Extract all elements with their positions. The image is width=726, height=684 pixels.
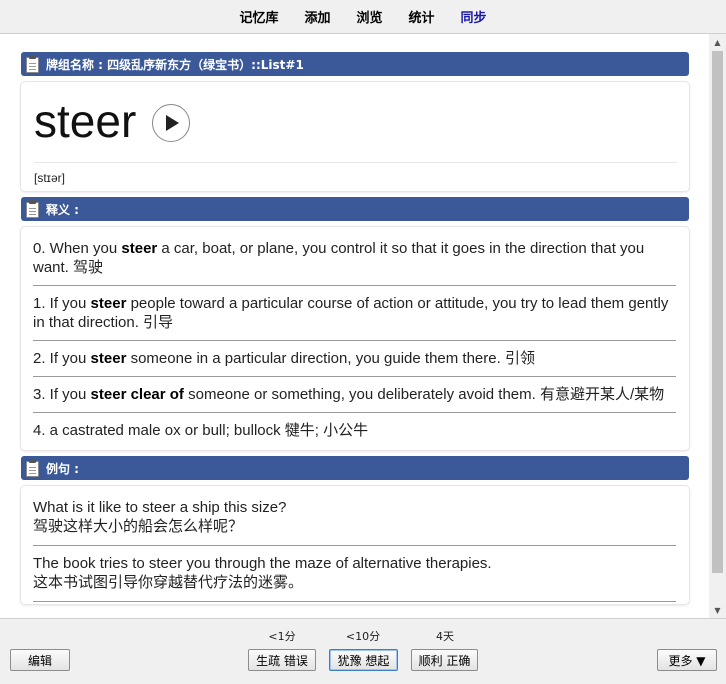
definition-item: 0. When you steer a car, boat, or plane,… xyxy=(33,231,676,286)
scrollbar-thumb[interactable] xyxy=(712,51,723,573)
card-scroll-content: 牌组名称 : 四级乱序新东方（绿宝书）::List#1 steer [stɪər… xyxy=(0,34,712,610)
nav-add[interactable]: 添加 xyxy=(291,7,343,26)
answer-bar: <1分 <10分 4天 编辑 生疏 错误 犹豫 想起 顺利 正确 更多 ▼ xyxy=(0,618,726,684)
word-text: steer xyxy=(34,95,137,147)
word-row: steer xyxy=(34,92,677,150)
nav-decks[interactable]: 记忆库 xyxy=(226,7,291,26)
definition-item: 2. If you steer someone in a particular … xyxy=(33,341,676,377)
more-button[interactable]: 更多 ▼ xyxy=(657,649,717,671)
example-item: What is it like to steer a ship this siz… xyxy=(33,490,676,546)
definitions-header: 释义 : xyxy=(21,197,689,221)
deck-name-label: 牌组名称 : 四级乱序新东方（绿宝书）::List#1 xyxy=(46,57,304,72)
word-card: steer [stɪər] xyxy=(21,82,689,191)
again-button[interactable]: 生疏 错误 xyxy=(248,649,316,671)
nav-sync[interactable]: 同步 xyxy=(448,7,500,26)
definition-item: 4. a castrated male ox or bull; bullock … xyxy=(33,422,369,439)
definition-item: 1. If you steer people toward a particul… xyxy=(33,286,676,341)
scroll-up-arrow-icon[interactable]: ▲ xyxy=(709,34,726,51)
examples-header-label: 例句 : xyxy=(46,461,79,476)
example-item: The book tries to steer you through the … xyxy=(33,546,676,602)
card-content-area: 牌组名称 : 四级乱序新东方（绿宝书）::List#1 steer [stɪər… xyxy=(0,33,726,618)
phonetic-text: [stɪər] xyxy=(34,171,65,185)
hard-interval: <10分 xyxy=(345,630,381,643)
hard-button[interactable]: 犹豫 想起 xyxy=(329,649,398,671)
example-english: What is it like to steer a ship this siz… xyxy=(33,499,287,516)
play-audio-button[interactable] xyxy=(152,104,191,142)
example-chinese: 这本书试图引导你穿越替代疗法的迷雾。 xyxy=(33,574,304,591)
clipboard-icon xyxy=(25,200,40,218)
clipboard-icon xyxy=(25,459,40,477)
example-english: The book tries to steer you through the … xyxy=(33,555,492,572)
vertical-scrollbar[interactable]: ▲ ▼ xyxy=(709,34,726,618)
good-interval: 4天 xyxy=(436,630,454,643)
deck-name-header: 牌组名称 : 四级乱序新东方（绿宝书）::List#1 xyxy=(21,52,689,76)
definition-item: 3. If you steer clear of someone or some… xyxy=(33,377,676,413)
examples-header: 例句 : xyxy=(21,456,689,480)
again-interval: <1分 xyxy=(268,630,296,643)
nav-stats[interactable]: 统计 xyxy=(396,7,448,26)
scroll-down-arrow-icon[interactable]: ▼ xyxy=(709,602,726,618)
definitions-card: 0. When you steer a car, boat, or plane,… xyxy=(21,227,689,450)
examples-card: What is it like to steer a ship this siz… xyxy=(21,486,689,604)
top-nav: 记忆库 添加 浏览 统计 同步 xyxy=(0,0,726,33)
edit-button[interactable]: 编辑 xyxy=(10,649,70,671)
word-divider xyxy=(34,162,677,163)
definitions-header-label: 释义 : xyxy=(46,202,79,217)
good-button[interactable]: 顺利 正确 xyxy=(411,649,478,671)
play-icon xyxy=(166,115,180,131)
example-chinese: 驾驶这样大小的船会怎么样呢？ xyxy=(33,518,244,535)
nav-browse[interactable]: 浏览 xyxy=(343,7,395,26)
clipboard-icon xyxy=(25,55,40,73)
